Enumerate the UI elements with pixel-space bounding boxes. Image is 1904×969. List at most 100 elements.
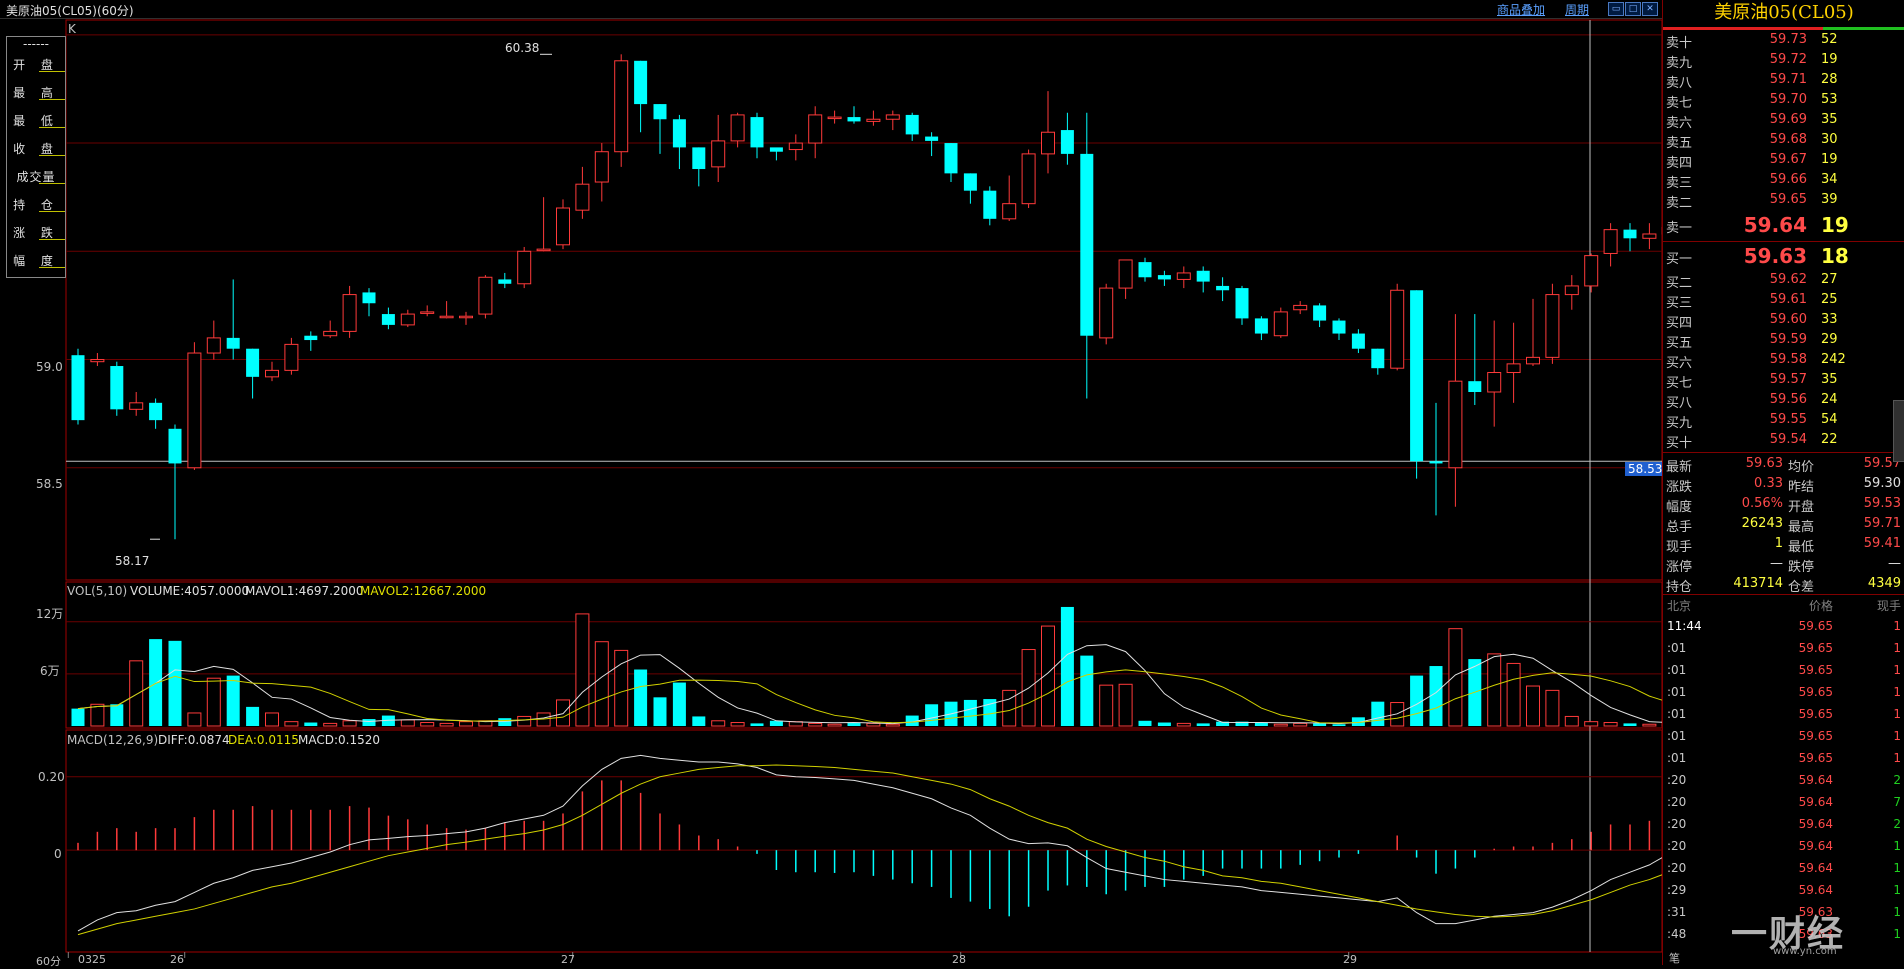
ask-row-vol: 19 bbox=[1821, 52, 1838, 67]
candle-body-up bbox=[614, 60, 629, 153]
vol-bar-up bbox=[265, 712, 279, 727]
ask-row[interactable]: 卖九 59.72 19 bbox=[1663, 52, 1904, 72]
ask-row[interactable]: 卖二 59.65 39 bbox=[1663, 192, 1904, 212]
candle-body-up bbox=[1099, 287, 1114, 339]
tick-t: :01 bbox=[1667, 663, 1687, 677]
chart-corner-label: K bbox=[68, 22, 76, 36]
tick-t: :48 bbox=[1667, 927, 1687, 941]
candle-body-down bbox=[1235, 288, 1249, 319]
stat-k2: 开盘 bbox=[1788, 500, 1815, 515]
candle-body-up bbox=[808, 114, 823, 144]
vol-bar-down bbox=[1157, 722, 1171, 726]
vol-bar-down bbox=[1623, 723, 1637, 726]
ask-row-price: 59.71 bbox=[1769, 72, 1807, 87]
candle-body-down bbox=[750, 117, 764, 148]
tick-p: 59.64 bbox=[1798, 839, 1833, 853]
bid-row[interactable]: 买七 59.57 35 bbox=[1663, 372, 1904, 392]
ask-row[interactable]: 卖一 59.64 19 bbox=[1663, 213, 1904, 237]
quote-panel: 美原油05(CL05) 卖十 59.73 52 卖九 59.72 19 卖八 59.71 28 卖… bbox=[1662, 0, 1904, 965]
ask-row-vol: 19 bbox=[1821, 152, 1838, 167]
ask-row-label: 卖八 bbox=[1666, 76, 1693, 91]
candle-body-up bbox=[1545, 294, 1560, 358]
bid-row[interactable]: 买四 59.60 33 bbox=[1663, 312, 1904, 332]
candle-body-up bbox=[187, 352, 202, 469]
candle-body-up bbox=[265, 369, 279, 378]
candle-body-down bbox=[1080, 153, 1094, 336]
ask-row[interactable]: 卖四 59.67 19 bbox=[1663, 152, 1904, 172]
vol-bar-up bbox=[711, 720, 726, 727]
ask-row-label: 卖一 bbox=[1666, 221, 1693, 236]
info-divider bbox=[39, 183, 65, 184]
ask-row[interactable]: 卖三 59.66 34 bbox=[1663, 172, 1904, 192]
vol-bar-up bbox=[1448, 628, 1463, 727]
bid-row[interactable]: 买九 59.55 54 bbox=[1663, 412, 1904, 432]
stat-k2: 仓差 bbox=[1788, 580, 1815, 595]
vol-bar-up bbox=[400, 719, 415, 727]
stat-v2: — bbox=[1888, 556, 1901, 571]
ask-row-price: 59.72 bbox=[1769, 52, 1807, 67]
vol-bar-down bbox=[71, 708, 85, 726]
bid-row[interactable]: 买十 59.54 22 bbox=[1663, 432, 1904, 452]
candle-body-up bbox=[594, 151, 609, 183]
chart-area[interactable] bbox=[0, 0, 1662, 965]
bid-row[interactable]: 买五 59.59 29 bbox=[1663, 332, 1904, 352]
stat-v2: 4349 bbox=[1867, 576, 1901, 591]
candle-body-down bbox=[692, 147, 706, 170]
ask-row[interactable]: 卖七 59.70 53 bbox=[1663, 92, 1904, 112]
ask-row-label: 卖四 bbox=[1666, 156, 1693, 171]
candle-body-down bbox=[653, 104, 667, 120]
ask-row-price: 59.67 bbox=[1769, 152, 1807, 167]
vol-bar-down bbox=[1332, 724, 1346, 726]
candle-body-up bbox=[90, 359, 105, 363]
vol-bar-up bbox=[1506, 662, 1521, 727]
tick-t: :20 bbox=[1667, 817, 1687, 831]
candle-body-down bbox=[1371, 348, 1385, 369]
ask-row[interactable]: 卖十 59.73 52 bbox=[1663, 32, 1904, 52]
info-open-interest: 持 仓 bbox=[7, 191, 65, 219]
info-divider bbox=[39, 127, 65, 128]
bid-row[interactable]: 买八 59.56 24 bbox=[1663, 392, 1904, 412]
vol-bar-up bbox=[1603, 722, 1618, 727]
info-divider bbox=[39, 155, 65, 156]
candle-body-up bbox=[711, 140, 726, 168]
tick-p: 59.65 bbox=[1798, 707, 1833, 721]
vol-bar-down bbox=[1196, 723, 1210, 726]
vol-bar-up bbox=[1564, 715, 1579, 727]
candle-body-up bbox=[439, 315, 454, 319]
ask-row[interactable]: 卖五 59.68 30 bbox=[1663, 132, 1904, 152]
candle-body-up bbox=[556, 207, 570, 246]
bid-row[interactable]: 买三 59.61 25 bbox=[1663, 292, 1904, 312]
bid-row-vol: 33 bbox=[1821, 312, 1838, 327]
macd-value: MACD:0.1520 bbox=[298, 733, 381, 747]
stat-v1: 413714 bbox=[1733, 576, 1783, 591]
bid-row-label: 买三 bbox=[1666, 296, 1693, 311]
tick-row: :01 59.65 1 bbox=[1663, 751, 1904, 773]
candle-body-up bbox=[342, 294, 357, 332]
stat-v2: 59.71 bbox=[1863, 516, 1901, 531]
ask-row-vol: 30 bbox=[1821, 132, 1838, 147]
bid-row-vol: 35 bbox=[1821, 372, 1838, 387]
vol-tick-12w: 12万 bbox=[36, 607, 64, 621]
ask-row-vol: 19 bbox=[1821, 213, 1849, 237]
trade-tab-button[interactable]: 笔 bbox=[1669, 950, 1680, 966]
tick-p: 59.64 bbox=[1798, 773, 1833, 787]
vol-bar-down bbox=[1410, 675, 1424, 726]
bid-row[interactable]: 买六 59.58 242 bbox=[1663, 352, 1904, 372]
tick-n: 1 bbox=[1893, 729, 1901, 743]
book-divider bbox=[1663, 241, 1904, 242]
info-volume: 成交量 bbox=[7, 163, 65, 191]
macd-dea: DEA:0.0115 bbox=[228, 733, 299, 747]
stat-v2: 59.41 bbox=[1863, 536, 1901, 551]
stat-row: 总手 26243 最高 59.71 bbox=[1663, 516, 1904, 536]
candle-body-up bbox=[536, 248, 551, 252]
vol-bar-down bbox=[168, 640, 182, 726]
stat-v1: 0.33 bbox=[1754, 476, 1783, 491]
bid-row[interactable]: 买一 59.63 18 bbox=[1663, 244, 1904, 268]
candle-body-down bbox=[925, 136, 939, 141]
tick-row: :01 59.65 1 bbox=[1663, 729, 1904, 751]
stat-row: 现手 1 最低 59.41 bbox=[1663, 536, 1904, 556]
scrollbar-handle[interactable] bbox=[1893, 400, 1904, 462]
ask-row[interactable]: 卖六 59.69 35 bbox=[1663, 112, 1904, 132]
ask-row[interactable]: 卖八 59.71 28 bbox=[1663, 72, 1904, 92]
bid-row[interactable]: 买二 59.62 27 bbox=[1663, 272, 1904, 292]
